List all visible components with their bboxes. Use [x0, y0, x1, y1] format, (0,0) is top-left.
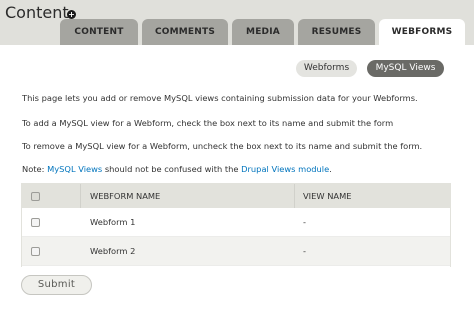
note-prefix: Note: — [22, 164, 48, 174]
page-header: Content + CONTENT COMMENTS MEDIA RESUMES… — [0, 0, 474, 45]
tab-content[interactable]: CONTENT — [60, 19, 138, 45]
column-divider — [80, 184, 81, 208]
page-title: Content — [5, 3, 69, 22]
tab-comments[interactable]: COMMENTS — [142, 19, 228, 45]
mysql-views-link[interactable]: MySQL Views — [47, 164, 102, 174]
table-row: Webform 1 - — [22, 208, 450, 237]
tab-resumes[interactable]: RESUMES — [298, 19, 375, 45]
webform-name-cell: Webform 2 — [90, 246, 136, 256]
table-row: Webform 2 - — [22, 237, 450, 266]
subtab-webforms[interactable]: Webforms — [296, 60, 357, 77]
tab-media[interactable]: MEDIA — [232, 19, 294, 45]
webform-name-cell: Webform 1 — [90, 217, 136, 227]
select-all-checkbox[interactable] — [31, 191, 40, 201]
note-suffix: . — [329, 164, 332, 174]
webforms-table: WEBFORM NAME VIEW NAME Webform 1 - Webfo… — [21, 183, 451, 267]
column-header-webform-name[interactable]: WEBFORM NAME — [90, 184, 160, 208]
note-text: Note: MySQL Views should not be confused… — [22, 163, 332, 175]
column-header-view-name[interactable]: VIEW NAME — [303, 184, 352, 208]
note-middle: should not be confused with the — [102, 164, 242, 174]
tab-webforms[interactable]: WEBFORMS — [379, 19, 465, 45]
column-divider — [294, 184, 295, 208]
subtab-mysql-views[interactable]: MySQL Views — [367, 60, 444, 77]
add-instructions: To add a MySQL view for a Webform, check… — [22, 118, 394, 128]
submit-button[interactable]: Submit — [21, 275, 92, 295]
intro-text: This page lets you add or remove MySQL v… — [22, 93, 418, 103]
row-checkbox[interactable] — [31, 217, 40, 227]
remove-instructions: To remove a MySQL view for a Webform, un… — [22, 141, 423, 151]
add-shortcut-icon[interactable]: + — [67, 10, 76, 19]
table-header: WEBFORM NAME VIEW NAME — [22, 184, 450, 208]
row-checkbox[interactable] — [31, 246, 40, 256]
drupal-views-link[interactable]: Drupal Views module — [241, 164, 329, 174]
view-name-cell: - — [303, 217, 306, 227]
view-name-cell: - — [303, 246, 306, 256]
